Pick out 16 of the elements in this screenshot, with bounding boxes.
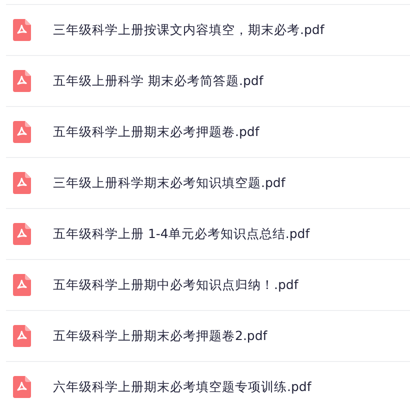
pdf-file-icon (13, 70, 31, 92)
pdf-file-icon (13, 274, 31, 296)
pdf-file-icon (13, 19, 31, 41)
file-name[interactable]: 五年级科学上册期中必考知识点归纳！.pdf (53, 276, 298, 294)
file-name[interactable]: 五年级上册科学 期末必考简答题.pdf (53, 72, 264, 90)
file-name[interactable]: 五年级科学上册期末必考押题卷.pdf (53, 124, 260, 140)
file-name[interactable]: 六年级科学上册期末必考填空题专项训练.pdf (53, 378, 312, 396)
file-name[interactable]: 三年级科学上册按课文内容填空，期末必考.pdf (53, 22, 324, 38)
pdf-file-icon (13, 121, 31, 143)
pdf-file-icon (13, 223, 31, 245)
pdf-file-icon (13, 172, 31, 194)
pdf-file-icon (13, 325, 31, 347)
file-name[interactable]: 三年级上册科学期末必考知识填空题.pdf (53, 174, 286, 192)
pdf-file-icon (13, 376, 31, 398)
file-name[interactable]: 五年级科学上册 1-4单元必考知识点总结.pdf (53, 226, 310, 242)
file-name[interactable]: 五年级科学上册期末必考押题卷2.pdf (53, 328, 268, 344)
